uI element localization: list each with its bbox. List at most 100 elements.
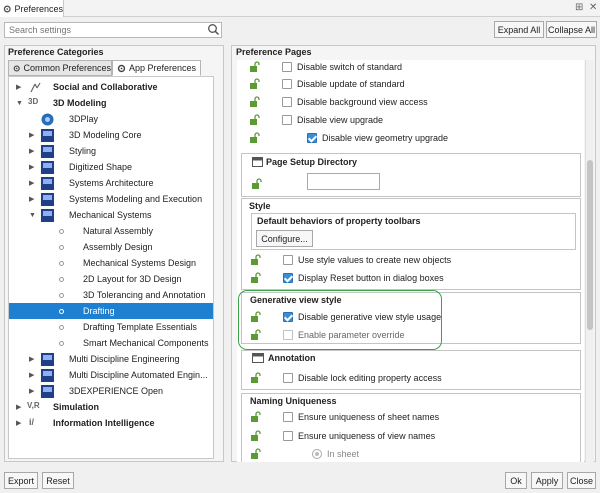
chevron-down-icon[interactable]: ▼ xyxy=(29,212,36,219)
option-disable-background-view: Disable background view access xyxy=(249,95,579,109)
tab-common-preferences[interactable]: Common Preferences xyxy=(8,60,112,76)
tree-item-3dplay[interactable]: 3DPlay xyxy=(9,111,213,127)
chevron-right-icon[interactable]: ▶ xyxy=(16,419,21,427)
unlock-icon[interactable] xyxy=(250,372,262,384)
radio-button[interactable] xyxy=(312,449,322,459)
chevron-right-icon[interactable]: ▶ xyxy=(29,147,34,155)
tree-item-styling[interactable]: ▶ Styling xyxy=(9,143,213,159)
unlock-icon[interactable] xyxy=(249,114,261,126)
checkbox[interactable] xyxy=(283,255,293,265)
app-icon xyxy=(41,192,54,206)
unlock-icon[interactable] xyxy=(250,254,262,266)
configure-button[interactable]: Configure... xyxy=(256,230,313,247)
chevron-right-icon[interactable]: ▶ xyxy=(29,179,34,187)
annotation-group: Annotation Disable lock editing property… xyxy=(241,350,581,390)
apply-button[interactable]: Apply xyxy=(531,472,563,489)
window-tab[interactable]: Preferences xyxy=(0,0,64,17)
tree-item-mechanical-systems[interactable]: ▼ Mechanical Systems xyxy=(9,207,213,223)
unlock-icon[interactable] xyxy=(250,411,262,423)
tree-item-digitized-shape[interactable]: ▶ Digitized Shape xyxy=(9,159,213,175)
tree-item-3d-tolerancing[interactable]: 3D Tolerancing and Annotation xyxy=(9,287,213,303)
collapse-all-button[interactable]: Collapse All xyxy=(546,21,597,38)
unlock-icon[interactable] xyxy=(250,430,262,442)
unlock-icon[interactable] xyxy=(251,178,263,190)
option-in-sheet: In sheet xyxy=(250,447,580,461)
tree-item-drafting[interactable]: Drafting xyxy=(9,303,213,319)
bullet-icon xyxy=(59,244,64,250)
app-icon xyxy=(41,384,54,398)
tab-app-preferences[interactable]: App Preferences xyxy=(112,60,201,76)
option-unique-view-names: Ensure uniqueness of view names xyxy=(250,429,580,443)
tree-item-systems-architecture[interactable]: ▶ Systems Architecture xyxy=(9,175,213,191)
checkbox[interactable] xyxy=(282,62,292,72)
checkbox[interactable] xyxy=(282,79,292,89)
tree-item-information-intelligence[interactable]: ▶ i/ Information Intelligence xyxy=(9,415,213,431)
pin-icon[interactable]: ⊞ xyxy=(575,2,583,13)
search-input[interactable] xyxy=(4,22,222,38)
checkbox[interactable] xyxy=(283,373,293,383)
tree-item-3dexperience-open[interactable]: ▶ 3DEXPERIENCE Open xyxy=(9,383,213,399)
chevron-right-icon[interactable]: ▶ xyxy=(29,131,34,139)
option-use-style-values: Use style values to create new objects xyxy=(250,253,580,267)
unlock-icon[interactable] xyxy=(249,96,261,108)
checkbox[interactable] xyxy=(283,431,293,441)
checkbox-checked[interactable] xyxy=(307,133,317,143)
app-icon xyxy=(41,160,54,174)
unlock-icon[interactable] xyxy=(249,132,261,144)
title-bar: Preferences ⊞ ✕ xyxy=(0,0,600,17)
chevron-right-icon[interactable]: ▶ xyxy=(29,387,34,395)
chevron-down-icon[interactable]: ▼ xyxy=(16,100,23,107)
bullet-icon xyxy=(59,308,64,314)
window-title: Preferences xyxy=(14,3,63,14)
scrollbar-thumb[interactable] xyxy=(587,160,593,330)
reset-button[interactable]: Reset xyxy=(42,472,74,489)
scrollbar[interactable] xyxy=(585,60,594,462)
page-setup-directory-field[interactable] xyxy=(307,173,380,190)
chevron-right-icon[interactable]: ▶ xyxy=(29,163,34,171)
style-group: Style Default behaviors of property tool… xyxy=(241,198,581,290)
chevron-right-icon[interactable]: ▶ xyxy=(29,355,34,363)
chevron-right-icon[interactable]: ▶ xyxy=(16,83,21,91)
tree-item-mechanical-systems-design[interactable]: Mechanical Systems Design xyxy=(9,255,213,271)
category-tree: ▶ Social and Collaborative ▼ 3D 3D Model… xyxy=(8,76,214,459)
app-icon xyxy=(41,208,54,222)
chevron-right-icon[interactable]: ▶ xyxy=(29,371,34,379)
checkbox-checked[interactable] xyxy=(283,273,293,283)
tree-item-systems-modeling[interactable]: ▶ Systems Modeling and Execution xyxy=(9,191,213,207)
app-icon xyxy=(41,128,54,142)
tree-item-3d-modeling[interactable]: ▼ 3D 3D Modeling xyxy=(9,95,213,111)
unlock-icon[interactable] xyxy=(249,61,261,73)
tree-item-natural-assembly[interactable]: Natural Assembly xyxy=(9,223,213,239)
gear-icon xyxy=(13,64,20,72)
chevron-right-icon[interactable]: ▶ xyxy=(16,403,21,411)
bullet-icon xyxy=(59,292,64,298)
naming-uniqueness-group: Naming Uniqueness Ensure uniqueness of s… xyxy=(241,393,581,462)
expand-all-button[interactable]: Expand All xyxy=(494,21,544,38)
export-button[interactable]: Export xyxy=(4,472,38,489)
tree-item-assembly-design[interactable]: Assembly Design xyxy=(9,239,213,255)
tree-item-social-collaborative[interactable]: ▶ Social and Collaborative xyxy=(9,79,213,95)
app-icon xyxy=(41,144,54,158)
unlock-icon[interactable] xyxy=(250,272,262,284)
tree-item-3d-modeling-core[interactable]: ▶ 3D Modeling Core xyxy=(9,127,213,143)
checkbox[interactable] xyxy=(282,115,292,125)
ok-button[interactable]: Ok xyxy=(505,472,527,489)
checkbox[interactable] xyxy=(282,97,292,107)
unlock-icon[interactable] xyxy=(250,448,262,460)
option-unique-sheet-names: Ensure uniqueness of sheet names xyxy=(250,410,580,424)
close-icon[interactable]: ✕ xyxy=(589,2,597,13)
tree-item-drafting-template[interactable]: Drafting Template Essentials xyxy=(9,319,213,335)
tree-item-multi-discipline-eng[interactable]: ▶ Multi Discipline Engineering xyxy=(9,351,213,367)
checkbox[interactable] xyxy=(283,412,293,422)
bullet-icon xyxy=(59,340,64,346)
bullet-icon xyxy=(59,228,64,234)
unlock-icon[interactable] xyxy=(249,78,261,90)
tree-item-simulation[interactable]: ▶ V,R Simulation xyxy=(9,399,213,415)
tree-item-2d-layout[interactable]: 2D Layout for 3D Design xyxy=(9,271,213,287)
annotation-icon xyxy=(252,353,264,363)
tree-item-multi-discipline-auto[interactable]: ▶ Multi Discipline Automated Engin... xyxy=(9,367,213,383)
chevron-right-icon[interactable]: ▶ xyxy=(29,195,34,203)
search-icon[interactable] xyxy=(207,23,220,36)
tree-item-smart-mechanical[interactable]: Smart Mechanical Components xyxy=(9,335,213,351)
close-button[interactable]: Close xyxy=(567,472,596,489)
